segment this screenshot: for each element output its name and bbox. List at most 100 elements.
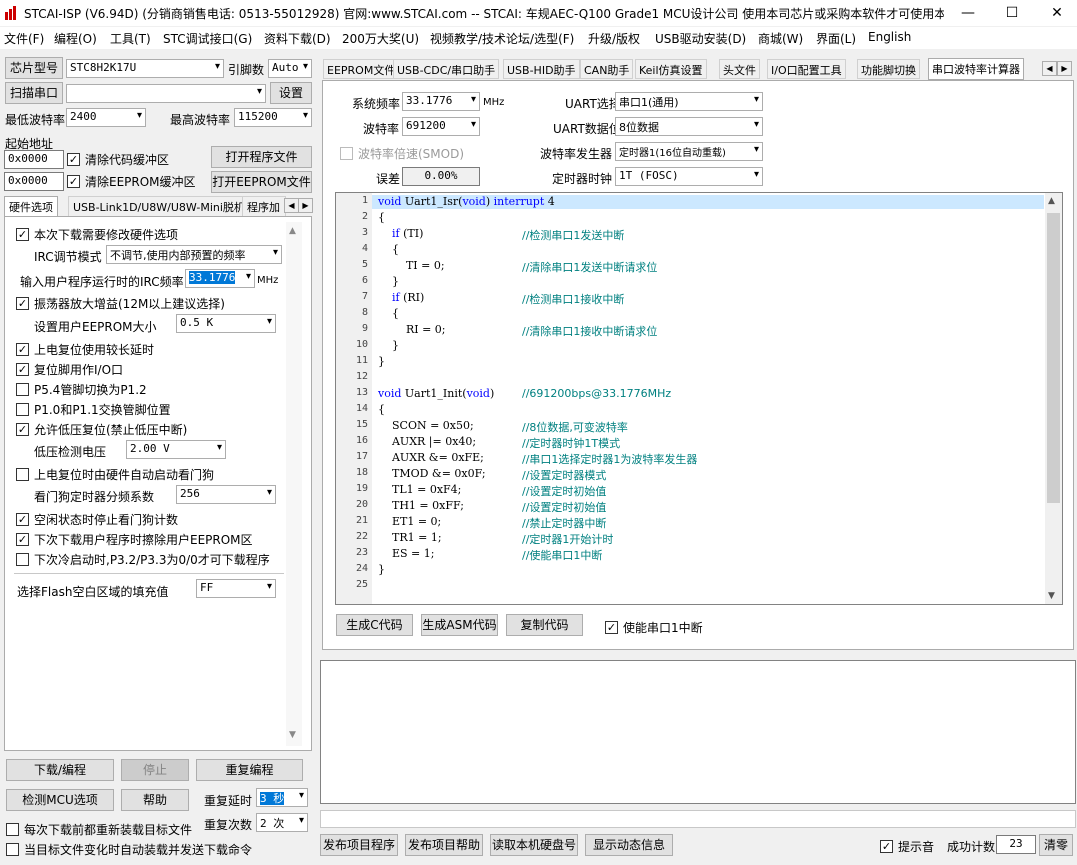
read-disk-id-button[interactable]: 读取本机硬盘号 xyxy=(490,834,578,856)
chevron-down-icon: ▾ xyxy=(298,790,304,801)
menu-prize[interactable]: 200万大奖(U) xyxy=(342,30,419,47)
open-eeprom-button[interactable]: 打开EEPROM文件 xyxy=(211,171,312,193)
maximize-button[interactable]: ☐ xyxy=(1002,3,1022,23)
minimize-button[interactable]: — xyxy=(958,3,978,23)
code-address-input[interactable]: 0x0000 xyxy=(4,150,64,169)
pins-select[interactable]: Auto ▾ xyxy=(268,59,312,78)
detect-mcu-button[interactable]: 检测MCU选项 xyxy=(6,789,114,811)
port-select[interactable]: ▾ xyxy=(66,84,266,103)
tab-io-config[interactable]: I/O口配置工具 xyxy=(767,59,846,79)
eeprom-address-input[interactable]: 0x0000 xyxy=(4,172,64,191)
tab-pin-switch[interactable]: 功能脚切换 xyxy=(857,59,920,79)
irc-freq-select[interactable]: 33.1776 ▾ xyxy=(185,269,255,288)
chip-model-button[interactable]: 芯片型号 xyxy=(5,57,63,79)
scroll-up-icon[interactable]: ▲ xyxy=(1048,196,1055,206)
menu-program[interactable]: 编程(O) xyxy=(54,30,97,47)
repeat-count-select[interactable]: 2 次 ▾ xyxy=(256,813,308,832)
chevron-down-icon: ▾ xyxy=(214,61,220,72)
eeprom-size-select[interactable]: 0.5 K ▾ xyxy=(176,314,276,333)
scroll-down-icon[interactable]: ▼ xyxy=(1048,591,1055,601)
clear-count-button[interactable]: 清零 xyxy=(1039,834,1073,856)
tab-scroll-right-icon[interactable]: ▶ xyxy=(1057,61,1072,76)
open-program-button[interactable]: 打开程序文件 xyxy=(211,146,312,168)
code-editor[interactable]: 1 void Uart1_Isr(void) interrupt 4 2 {3 if … xyxy=(335,192,1063,605)
lvd-select[interactable]: 2.00 V ▾ xyxy=(126,440,226,459)
generate-asm-button[interactable]: 生成ASM代码 xyxy=(421,614,498,636)
code-comment: //检测串口1发送中断 xyxy=(522,229,625,242)
clock-select[interactable]: 1T (FOSC) ▾ xyxy=(615,167,763,186)
uart-select[interactable]: 串口1(通用) ▾ xyxy=(615,92,763,111)
tab-program-encrypt[interactable]: 程序加 xyxy=(242,196,286,216)
line-number: 13 xyxy=(355,387,368,398)
chevron-down-icon: ▾ xyxy=(470,119,476,130)
baud-select[interactable]: 691200 ▾ xyxy=(402,117,480,136)
tab-usb-cdc[interactable]: USB-CDC/串口助手 xyxy=(393,59,500,79)
max-baud-select[interactable]: 115200 ▾ xyxy=(234,108,312,127)
tab-baud-calculator[interactable]: 串口波特率计算器 xyxy=(928,58,1024,80)
close-button[interactable]: ✕ xyxy=(1047,3,1067,23)
menu-interface[interactable]: 界面(L) xyxy=(816,30,856,47)
repeat-delay-select[interactable]: 3 秒 ▾ xyxy=(256,788,308,807)
uart-bits-select[interactable]: 8位数据 ▾ xyxy=(615,117,763,136)
code-comment: //禁止定时器中断 xyxy=(522,517,607,530)
scan-port-button[interactable]: 扫描串口 xyxy=(5,82,63,104)
tab-header-file[interactable]: 头文件 xyxy=(719,59,760,79)
tab-hardware-options[interactable]: 硬件选项 xyxy=(4,196,58,217)
tab-can[interactable]: CAN助手 xyxy=(580,59,634,79)
scroll-thumb[interactable] xyxy=(1047,213,1060,503)
generate-c-button[interactable]: 生成C代码 xyxy=(336,614,413,636)
menu-tools[interactable]: 工具(T) xyxy=(110,30,151,47)
sys-freq-select[interactable]: 33.1776 ▾ xyxy=(402,92,480,111)
publish-program-button[interactable]: 发布项目程序 xyxy=(320,834,398,856)
chip-model-select[interactable]: STC8H2K17U ▾ xyxy=(66,59,224,78)
tab-scroll-left-icon[interactable]: ◀ xyxy=(1042,61,1057,76)
flash-fill-select[interactable]: FF ▾ xyxy=(196,579,276,598)
irc-freq-label: 输入用户程序运行时的IRC频率 xyxy=(20,275,184,289)
line-number: 4 xyxy=(361,243,368,254)
window-title: STCAI-ISP (V6.94D) (分销商销售电话: 0513-550129… xyxy=(24,7,944,21)
menu-shop[interactable]: 商城(W) xyxy=(758,30,803,47)
uart-select-label: UART选择 xyxy=(565,97,621,111)
code-line: TL1 = 0xF4; xyxy=(378,483,462,496)
tab-keil[interactable]: Keil仿真设置 xyxy=(635,59,707,79)
show-dynamic-info-button[interactable]: 显示动态信息 xyxy=(585,834,673,856)
download-program-button[interactable]: 下载/编程 xyxy=(6,759,114,781)
line-number: 22 xyxy=(355,531,368,542)
min-baud-select[interactable]: 2400 ▾ xyxy=(66,108,146,127)
menu-debug[interactable]: STC调试接口(G) xyxy=(163,30,252,47)
menu-usb-driver[interactable]: USB驱动安装(D) xyxy=(655,30,746,47)
stop-button[interactable]: 停止 xyxy=(121,759,189,781)
scroll-up-icon[interactable]: ▲ xyxy=(289,226,296,236)
scroll-down-icon[interactable]: ▼ xyxy=(289,730,296,740)
menu-video[interactable]: 视频教学/技术论坛/选型(F) xyxy=(430,30,574,47)
repeat-count-label: 重复次数 xyxy=(204,818,253,832)
copy-code-button[interactable]: 复制代码 xyxy=(506,614,583,636)
tab-scroll-right-icon[interactable]: ▶ xyxy=(298,198,313,213)
wdt-div-select[interactable]: 256 ▾ xyxy=(176,485,276,504)
chevron-down-icon: ▾ xyxy=(753,144,759,155)
line-number: 24 xyxy=(355,563,368,574)
menu-file[interactable]: 文件(F) xyxy=(4,30,44,47)
menu-download[interactable]: 资料下载(D) xyxy=(264,30,331,47)
gen-select[interactable]: 定时器1(16位自动重载) ▾ xyxy=(615,142,763,161)
menu-english[interactable]: English xyxy=(868,30,911,44)
repeat-delay-label: 重复延时 xyxy=(204,794,253,808)
tab-usb-link[interactable]: USB-Link1D/U8W/U8W-Mini脱机 xyxy=(68,196,250,216)
panel-scrollbar[interactable] xyxy=(286,222,302,746)
code-comment: //检测串口1接收中断 xyxy=(522,293,625,306)
code-line: TMOD &= 0x0F; xyxy=(378,467,486,480)
irc-mode-select[interactable]: 不调节,使用内部预置的频率 ▾ xyxy=(106,245,282,264)
tab-usb-hid[interactable]: USB-HID助手 xyxy=(503,59,580,79)
reprogram-button[interactable]: 重复编程 xyxy=(196,759,303,781)
settings-button[interactable]: 设置 xyxy=(270,82,312,104)
menu-upgrade[interactable]: 升级/版权 xyxy=(588,30,640,47)
publish-help-button[interactable]: 发布项目帮助 xyxy=(405,834,483,856)
code-line: { xyxy=(378,211,385,224)
tab-eeprom-file[interactable]: EEPROM文件 xyxy=(323,59,400,79)
help-button[interactable]: 帮助 xyxy=(121,789,189,811)
code-line: ET1 = 0; xyxy=(378,515,442,528)
code-line: } xyxy=(378,275,399,288)
output-log[interactable] xyxy=(320,660,1076,804)
tab-scroll-left-icon[interactable]: ◀ xyxy=(284,198,299,213)
line-number: 21 xyxy=(355,515,368,526)
